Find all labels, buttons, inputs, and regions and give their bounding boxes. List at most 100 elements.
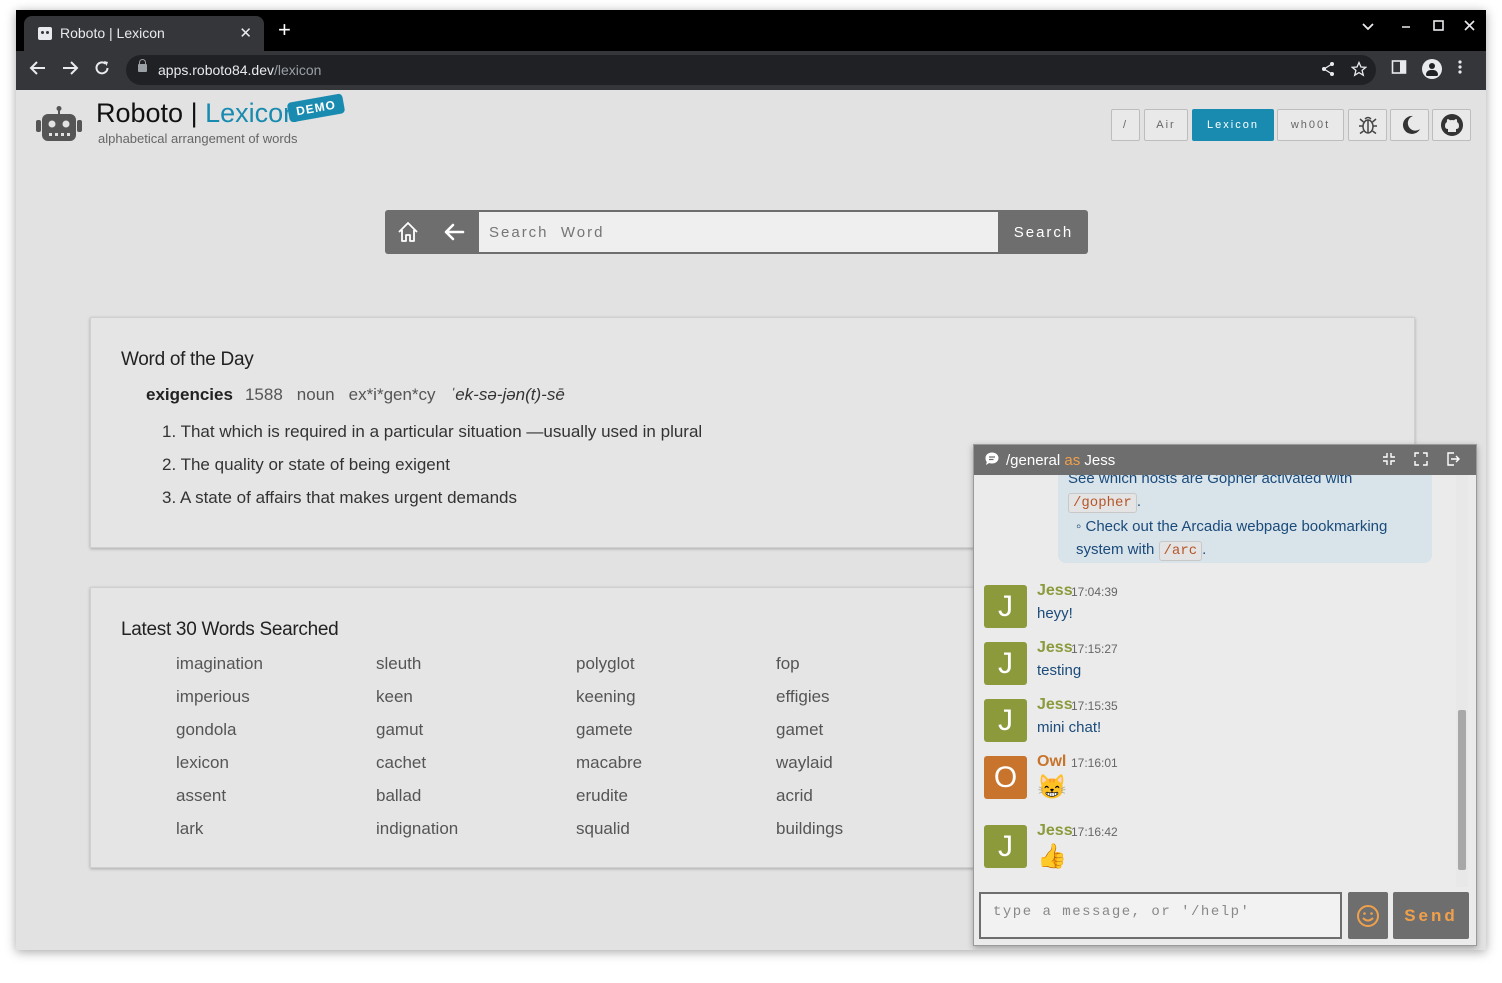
browser-tab[interactable]: Roboto | Lexicon ✕ <box>24 16 264 51</box>
profile-avatar-icon[interactable] <box>1422 59 1442 79</box>
github-icon <box>1440 114 1463 136</box>
word-link[interactable]: lexicon <box>176 753 376 786</box>
gopher-command: /gopher <box>1068 493 1137 513</box>
word-link[interactable]: lark <box>176 819 376 852</box>
word-link[interactable]: effigies <box>776 687 976 720</box>
nav-lexicon-button[interactable]: Lexicon <box>1192 109 1274 141</box>
avatar: O <box>984 756 1027 799</box>
word-link[interactable]: polyglot <box>576 654 776 687</box>
word-link[interactable]: imagination <box>176 654 376 687</box>
message-emoji: 😸 <box>1037 774 1067 801</box>
github-button[interactable] <box>1432 109 1471 141</box>
message-author: Jess <box>1037 696 1073 713</box>
word-column: fop effigies gamet waylaid acrid buildin… <box>776 654 976 852</box>
smiley-icon <box>1357 904 1379 927</box>
word-link[interactable]: keen <box>376 687 576 720</box>
word-link[interactable]: gondola <box>176 720 376 753</box>
url-path: /lexicon <box>273 62 322 78</box>
system-line: See which hosts are Gopher activated wit… <box>1068 475 1422 490</box>
system-line: ◦ Check out the Arcadia webpage bookmark… <box>1076 518 1388 561</box>
definition-item: 1. That which is required in a particula… <box>162 422 703 441</box>
mini-chat-panel: /general as Jess See which hosts are Gop… <box>973 444 1477 946</box>
close-window-icon[interactable] <box>1462 19 1476 37</box>
new-tab-button[interactable]: + <box>278 19 291 41</box>
word-link[interactable]: cachet <box>376 753 576 786</box>
definition-item: 2. The quality or state of being exigent <box>162 455 450 474</box>
word-link[interactable]: gamet <box>776 720 976 753</box>
maximize-icon[interactable] <box>1431 19 1445 37</box>
home-button[interactable] <box>385 210 431 254</box>
message-time: 17:15:35 <box>1071 699 1118 713</box>
send-button[interactable]: Send <box>1393 892 1469 939</box>
word-link[interactable]: ballad <box>376 786 576 819</box>
word-link[interactable]: assent <box>176 786 376 819</box>
tab-title: Roboto | Lexicon <box>60 25 165 41</box>
word-link[interactable]: gamut <box>376 720 576 753</box>
message-author: Owl <box>1037 753 1067 770</box>
page-content: Roboto | Lexicon DEMO alphabetical arran… <box>16 90 1486 950</box>
browser-menu-icon[interactable] <box>1457 59 1463 80</box>
word-link[interactable]: keening <box>576 687 776 720</box>
message-emoji: 👍 <box>1037 843 1067 870</box>
word-link[interactable]: gamete <box>576 720 776 753</box>
share-icon[interactable] <box>1320 61 1336 81</box>
latest-words-heading: Latest 30 Words Searched <box>121 619 339 640</box>
message-text: heyy! <box>1037 605 1073 622</box>
word-search-bar: Search <box>385 210 1088 254</box>
url-text: apps.roboto84.dev/lexicon <box>158 62 321 78</box>
search-button[interactable]: Search <box>999 210 1088 254</box>
word-column: imagination imperious gondola lexicon as… <box>176 654 376 852</box>
exit-chat-icon[interactable] <box>1445 451 1461 471</box>
search-word-input[interactable] <box>479 212 998 252</box>
nav-root-button[interactable]: / <box>1111 109 1140 141</box>
side-panel-icon[interactable] <box>1391 59 1407 80</box>
definition-list: 1. That which is required in a particula… <box>162 422 702 521</box>
chat-message-input[interactable]: type a message, or '/help' <box>979 892 1342 939</box>
address-bar[interactable]: apps.roboto84.dev/lexicon <box>126 55 1376 85</box>
word-link[interactable]: macabre <box>576 753 776 786</box>
word-link[interactable]: acrid <box>776 786 976 819</box>
chat-scrollbar[interactable] <box>1456 475 1468 887</box>
word-link[interactable]: fop <box>776 654 976 687</box>
message-author: Jess <box>1037 822 1073 839</box>
expand-chat-icon[interactable] <box>1413 451 1429 471</box>
forward-icon[interactable] <box>61 59 79 81</box>
shrink-chat-icon[interactable] <box>1381 451 1397 471</box>
tab-search-chevron-icon[interactable] <box>1361 19 1375 37</box>
moon-icon <box>1402 115 1420 134</box>
word-link[interactable]: imperious <box>176 687 376 720</box>
message-time: 17:16:01 <box>1071 756 1118 770</box>
message-author: Jess <box>1037 582 1073 599</box>
word-link[interactable]: sleuth <box>376 654 576 687</box>
arc-command: /arc <box>1158 541 1203 561</box>
dark-mode-button[interactable] <box>1390 109 1429 141</box>
home-icon <box>398 222 418 242</box>
message-time: 17:15:27 <box>1071 642 1118 656</box>
word-link[interactable]: squalid <box>576 819 776 852</box>
tab-close-icon[interactable]: ✕ <box>239 24 252 42</box>
minimize-icon[interactable] <box>1399 19 1413 37</box>
lock-icon <box>138 59 147 72</box>
word-link[interactable]: waylaid <box>776 753 976 786</box>
chat-header: /general as Jess <box>974 445 1476 475</box>
word-link[interactable]: buildings <box>776 819 976 852</box>
word-pronunciation: ˈek-sə-jən(t)-sē <box>449 385 565 404</box>
word-year: 1588 <box>244 385 283 404</box>
nav-air-button[interactable]: Air <box>1144 109 1188 141</box>
back-icon[interactable] <box>29 59 47 81</box>
emoji-button[interactable] <box>1348 892 1388 939</box>
nav-whoot-button[interactable]: wh00t <box>1277 109 1344 141</box>
word-link[interactable]: indignation <box>376 819 576 852</box>
browser-window: Roboto | Lexicon ✕ + apps.roboto84.dev/l… <box>16 10 1486 950</box>
bookmark-star-icon[interactable] <box>1350 60 1368 81</box>
message-text: mini chat! <box>1037 719 1102 736</box>
chat-as-label: as <box>1064 452 1081 469</box>
system-message: See which hosts are Gopher activated wit… <box>1058 475 1432 563</box>
word: exigencies <box>146 385 233 404</box>
message-time: 17:16:42 <box>1071 825 1118 839</box>
bug-report-button[interactable] <box>1348 109 1387 141</box>
word-link[interactable]: erudite <box>576 786 776 819</box>
back-button[interactable] <box>431 210 477 254</box>
chat-scroll-thumb[interactable] <box>1458 710 1466 870</box>
reload-icon[interactable] <box>93 59 111 81</box>
